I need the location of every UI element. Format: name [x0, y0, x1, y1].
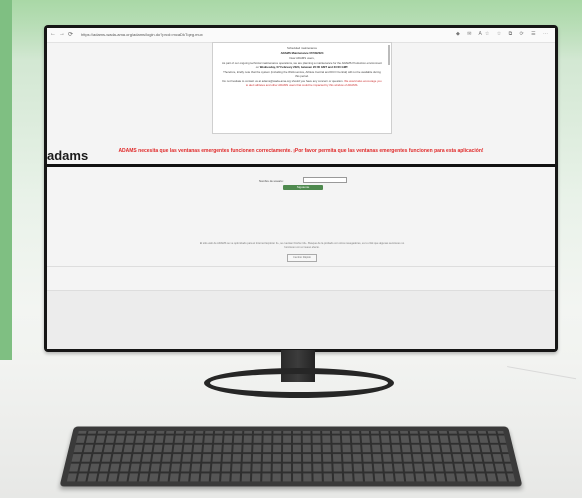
username-label: Nombre de usuario: — [259, 179, 284, 183]
adams-logo: adams — [47, 148, 89, 163]
browser-info-text: El sitio web de ADAMS se ve optimizado p… — [199, 242, 405, 249]
back-icon[interactable]: ← — [50, 31, 56, 37]
browser-toolbar: ← → ⟳ https://adams-wada-ama.org/adams/l… — [47, 28, 555, 43]
notice-title: ADAMS Maintenance 07/03/2024 — [280, 51, 324, 55]
quick-change-button[interactable]: Cambio Rápido — [287, 254, 317, 262]
notice-heading: Scheduled maintenance — [286, 46, 317, 50]
popup-alert-text: ADAMS necesita que las ventanas emergent… — [118, 148, 484, 154]
address-bar[interactable]: https://adams-wada-ama.org/adams/login.d… — [81, 31, 281, 38]
page-footer — [47, 290, 555, 318]
toolbar-icons[interactable]: ◆ ✉ A☆ ☆ ⧉ ⟳ ☰ ⋯ — [456, 31, 551, 37]
header-divider — [47, 164, 555, 167]
maintenance-notice: Scheduled maintenance ADAMS Maintenance … — [212, 42, 392, 134]
keyboard — [59, 426, 523, 487]
content-divider — [47, 266, 555, 267]
monitor-screen: ← → ⟳ https://adams-wada-ama.org/adams/l… — [47, 28, 555, 318]
reload-icon[interactable]: ⟳ — [68, 31, 73, 38]
notice-scrollbar[interactable] — [388, 45, 390, 65]
keyboard-keys — [66, 430, 516, 482]
monitor-base — [204, 368, 394, 398]
next-button[interactable]: Siguiente — [283, 185, 323, 190]
forward-icon[interactable]: → — [59, 31, 65, 37]
notice-para2: Therefore, kindly note that the system (… — [223, 70, 381, 78]
username-input[interactable] — [303, 177, 347, 183]
notice-greeting: Dear ADAMS users, — [289, 56, 315, 60]
notice-date: Wednesday, 07 February 2024, between 20:… — [259, 65, 349, 69]
monitor-chin — [47, 318, 555, 349]
